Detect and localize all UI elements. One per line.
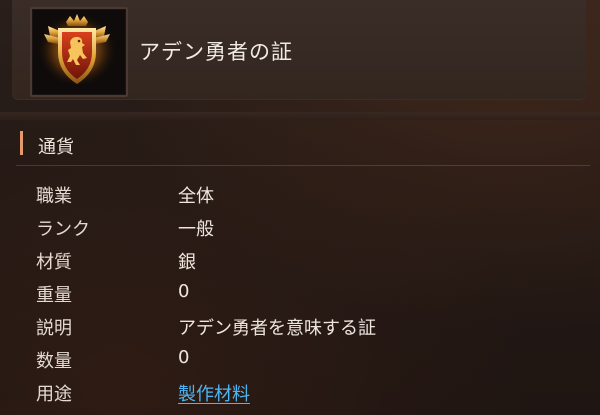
property-key: 説明 — [36, 318, 72, 339]
property-value: 0 — [178, 281, 190, 302]
property-key: 材質 — [36, 252, 72, 273]
property-key: 重量 — [36, 285, 72, 306]
property-value: アデン勇者を意味する証 — [178, 318, 376, 339]
lion-shield-emblem-icon — [36, 12, 118, 88]
item-header: アデン勇者の証 — [12, 0, 586, 100]
section-label: 通貨 — [38, 137, 74, 158]
property-key: ランク — [36, 219, 90, 240]
item-title: アデン勇者の証 — [139, 40, 293, 64]
usage-link[interactable]: 製作材料 — [178, 380, 250, 406]
item-tooltip-panel: アデン勇者の証 通貨 職業 全体 ランク 一般 材質 銀 重量 0 説明 アデン… — [0, 0, 600, 415]
property-key: 数量 — [36, 351, 72, 372]
property-value: 全体 — [178, 186, 214, 207]
item-icon-frame — [30, 7, 128, 97]
property-key: 職業 — [36, 186, 72, 207]
property-value: 0 — [178, 347, 190, 368]
section-divider — [16, 165, 590, 166]
property-key: 用途 — [36, 384, 72, 405]
property-value: 銀 — [178, 252, 196, 273]
section-accent-bar — [20, 131, 23, 155]
property-value: 一般 — [178, 219, 214, 240]
header-divider — [0, 112, 600, 120]
